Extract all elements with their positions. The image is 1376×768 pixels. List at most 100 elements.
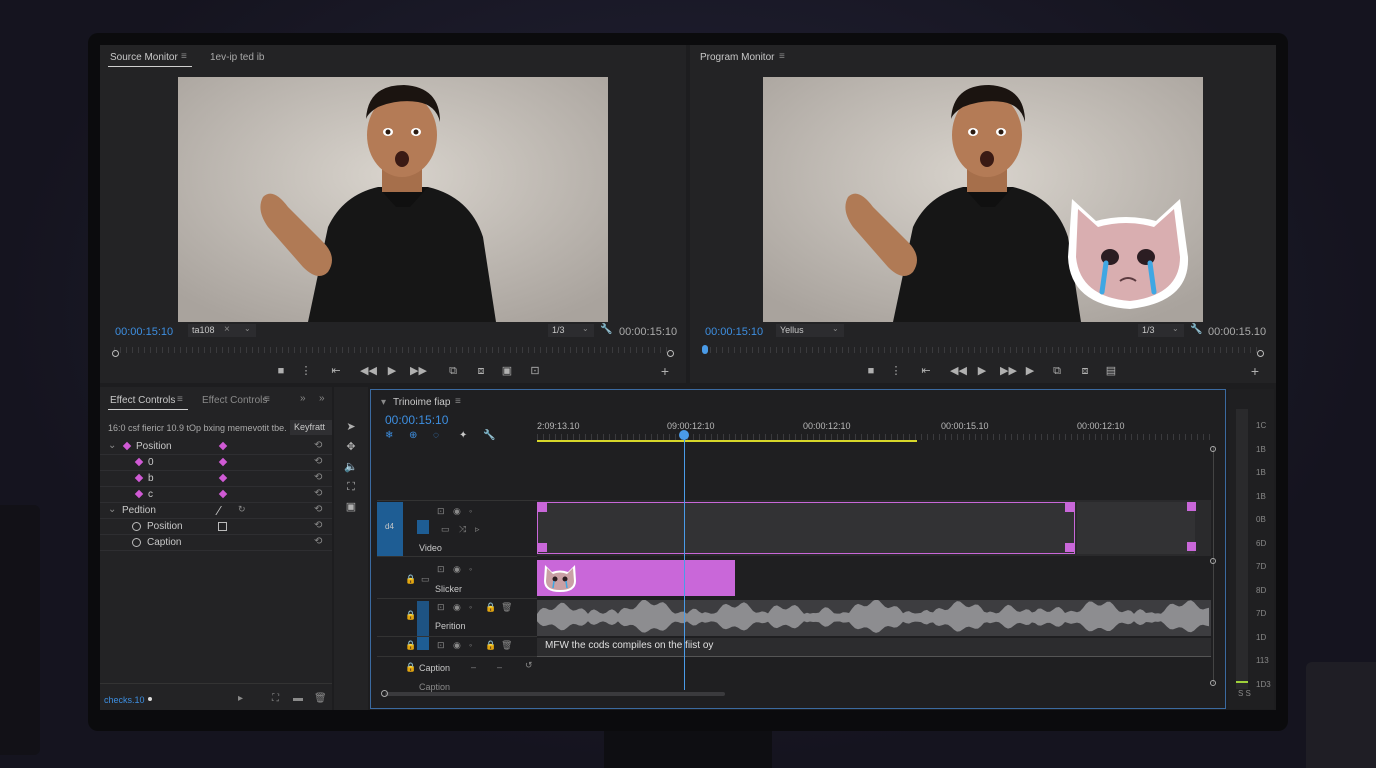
scroll-handle[interactable]: [1210, 558, 1216, 564]
go-to-out-icon[interactable]: ▶: [1024, 365, 1036, 377]
effect-row[interactable]: Position ⟲: [100, 519, 332, 535]
track-toggle-icon[interactable]: ⊡: [437, 564, 445, 575]
export-frame-icon[interactable]: ▤: [1104, 365, 1118, 377]
step-back-icon[interactable]: ◀◀: [950, 365, 967, 377]
keyframe-diamond-icon[interactable]: [134, 457, 144, 467]
clip-handle[interactable]: [538, 543, 547, 552]
source-in-handle[interactable]: [112, 350, 119, 357]
program-monitor-tab[interactable]: Program Monitor: [700, 52, 774, 63]
undo-icon[interactable]: ↺: [525, 660, 533, 671]
vertical-scrollbar[interactable]: [1213, 446, 1214, 684]
stop-icon[interactable]: ■: [865, 365, 877, 377]
selection-tool-icon[interactable]: ➤: [344, 421, 358, 433]
add-marker-icon[interactable]: ✦: [459, 430, 467, 441]
graph-icon[interactable]: ∕: [218, 503, 220, 518]
more-icon[interactable]: ⋮: [890, 365, 902, 377]
more-icon[interactable]: ⋮: [300, 365, 312, 377]
snap-icon[interactable]: ❄: [385, 430, 393, 441]
marker-icon[interactable]: ◌: [433, 430, 439, 441]
program-out-handle[interactable]: [1257, 350, 1264, 357]
sticker-clip[interactable]: [537, 560, 735, 596]
source-clip-name[interactable]: 1ev-ip ted ib: [210, 52, 264, 63]
clip-handle[interactable]: [1187, 542, 1196, 551]
stopwatch-icon[interactable]: [132, 538, 141, 547]
source-out-handle[interactable]: [667, 350, 674, 357]
track-toggle-icon[interactable]: ⊡: [437, 506, 445, 517]
panel-menu-icon[interactable]: ≡: [455, 396, 461, 407]
timeline-close-icon[interactable]: ▾: [381, 397, 386, 408]
panel-menu-icon[interactable]: ≡: [177, 394, 183, 405]
program-zoom-select[interactable]: Yellus ⌄: [776, 324, 844, 337]
track-toggle-icon[interactable]: ⊡: [437, 602, 445, 613]
crop-tool-icon[interactable]: ⛶: [344, 481, 358, 493]
video-clip[interactable]: [537, 502, 1075, 554]
settings-icon[interactable]: ⊡: [528, 365, 542, 377]
track-toggle-icon[interactable]: ⊡: [437, 640, 445, 651]
timeline-tab[interactable]: Trinoime fiap: [393, 397, 450, 408]
clip-handle[interactable]: [1065, 503, 1074, 512]
arrow-icon[interactable]: ▸: [238, 693, 243, 704]
source-timecode[interactable]: 00:00:15:10: [115, 326, 173, 338]
scroll-handle[interactable]: [1210, 680, 1216, 686]
lock-icon[interactable]: 🔒: [485, 640, 496, 651]
trash-icon[interactable]: 🗑: [501, 640, 512, 651]
keyframe-diamond-icon[interactable]: [218, 457, 228, 467]
shuffle-icon[interactable]: ⤨: [459, 524, 466, 535]
lock-icon[interactable]: ▭: [441, 524, 450, 535]
effect-row[interactable]: ⌄ Pedtion ∕ ↻ ⟲: [100, 503, 332, 519]
track-target-v4[interactable]: d4: [377, 502, 403, 556]
reset-icon[interactable]: ⟲: [314, 504, 322, 515]
work-area-bar[interactable]: [537, 440, 917, 442]
scroll-handle[interactable]: [1210, 446, 1216, 452]
play-icon[interactable]: ▶: [386, 365, 398, 377]
wrench-icon[interactable]: 🔧: [1190, 324, 1202, 335]
visibility-icon[interactable]: ◦: [469, 602, 472, 612]
lock-icon[interactable]: 🔒: [485, 602, 496, 613]
reset-icon[interactable]: ⟲: [314, 520, 322, 531]
visibility-icon[interactable]: ◦: [469, 506, 472, 516]
folder-icon[interactable]: ▬: [293, 693, 303, 704]
source-zoom-select[interactable]: ta108 × ⌄: [188, 324, 256, 337]
program-resolution-select[interactable]: 1/3 ⌄: [1138, 324, 1184, 337]
overflow-icon[interactable]: »: [300, 393, 306, 404]
effect-controls-tab-2[interactable]: Effect Controls: [202, 395, 267, 406]
panel-menu-icon[interactable]: ≡: [264, 394, 270, 405]
source-monitor-tab[interactable]: Source Monitor: [110, 52, 178, 63]
step-forward-icon[interactable]: ▶▶: [410, 365, 427, 377]
play-icon[interactable]: ▶: [976, 365, 988, 377]
mark-in-icon[interactable]: ⇤: [920, 365, 932, 377]
visibility-icon[interactable]: ◦: [469, 640, 472, 650]
zoom-slider-handle[interactable]: [148, 697, 152, 701]
loop-icon[interactable]: ↻: [238, 504, 246, 515]
eye-icon[interactable]: ◉: [453, 640, 461, 651]
reset-icon[interactable]: ⟲: [314, 536, 322, 547]
wrench-icon[interactable]: 🔧: [600, 324, 612, 335]
visibility-icon[interactable]: ◦: [469, 564, 472, 574]
lock-icon[interactable]: 🔒: [405, 662, 416, 673]
export-frame-icon[interactable]: ▣: [500, 365, 514, 377]
insert-icon[interactable]: ⧉: [446, 365, 460, 377]
video-clip-2[interactable]: [1077, 502, 1196, 554]
track-sync-v4[interactable]: [417, 520, 429, 534]
clip-handle[interactable]: [538, 503, 547, 512]
expand-icon[interactable]: »: [319, 393, 325, 404]
checkbox-icon[interactable]: [218, 522, 227, 531]
eye-icon[interactable]: ◉: [453, 564, 461, 575]
program-playhead-handle[interactable]: [702, 345, 708, 354]
timeline-timecode[interactable]: 00:00:15:10: [385, 413, 448, 427]
effect-row[interactable]: c ⟲: [100, 487, 332, 503]
add-button-icon[interactable]: +: [658, 364, 672, 378]
reset-icon[interactable]: ⟲: [314, 456, 322, 467]
wrench-icon[interactable]: 🔧: [483, 430, 495, 441]
clip-handle[interactable]: [1065, 543, 1074, 552]
track-output-icon[interactable]: ▭: [421, 574, 430, 585]
horizontal-scrollbar[interactable]: [385, 692, 725, 696]
audio-clip[interactable]: [537, 599, 1211, 636]
overwrite-icon[interactable]: ⧈: [474, 365, 488, 377]
source-time-ruler[interactable]: [114, 347, 672, 353]
audio-tool-icon[interactable]: 🔈: [344, 461, 358, 473]
keyframe-diamond-icon[interactable]: [218, 473, 228, 483]
keyframe-diamond-icon[interactable]: [122, 441, 132, 451]
program-time-ruler[interactable]: [704, 347, 1262, 353]
reset-icon[interactable]: ⟲: [314, 440, 322, 451]
